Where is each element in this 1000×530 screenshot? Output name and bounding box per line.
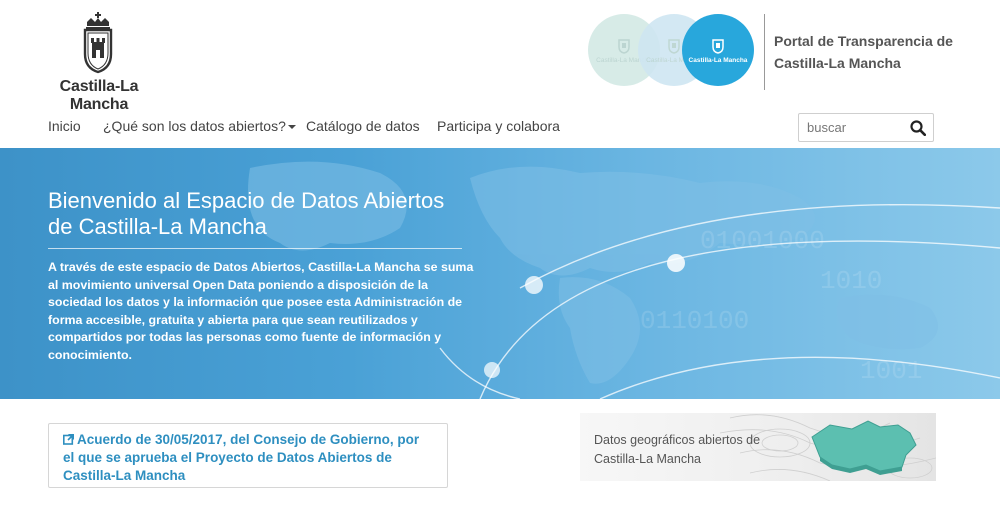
search-box (798, 113, 934, 142)
nav-item-inicio[interactable]: Inicio (48, 118, 81, 134)
coat-of-arms-icon (83, 12, 113, 74)
nav-item-participa[interactable]: Participa y colabora (437, 118, 560, 134)
seal-icon (668, 39, 680, 54)
hero-description: A través de este espacio de Datos Abiert… (48, 260, 474, 362)
external-link-icon (63, 433, 75, 445)
nav-item-que-son-datos-abiertos[interactable]: ¿Qué son los datos abiertos? (103, 118, 296, 134)
svg-text:01001000: 01001000 (700, 226, 825, 256)
seal-icon (712, 39, 724, 54)
svg-text:0110100: 0110100 (640, 306, 749, 336)
circle-badge: Castilla-La Mancha (682, 14, 754, 86)
agreement-link-card[interactable]: Acuerdo de 30/05/2017, del Consejo de Go… (48, 423, 448, 488)
site-logo[interactable]: Castilla-La Mancha (34, 12, 164, 113)
site-header: Castilla-La Mancha Castilla-La Mancha Ca… (0, 0, 1000, 113)
search-input[interactable] (807, 120, 903, 135)
portal-title-link[interactable]: Portal de Transparencia de Castilla-La M… (774, 30, 974, 74)
hero-banner: 01001000 1010 0110100 1001 Bienvenido al… (0, 148, 1000, 399)
hero-divider (48, 248, 462, 249)
search-icon[interactable] (910, 120, 926, 136)
nav-item-label: ¿Qué son los datos abiertos? (103, 118, 286, 134)
agreement-link[interactable]: Acuerdo de 30/05/2017, del Consejo de Go… (63, 431, 433, 485)
caret-down-icon (287, 125, 296, 130)
svg-text:1001: 1001 (860, 356, 922, 386)
seal-icon (618, 39, 630, 54)
geo-data-banner[interactable]: Datos geográficos abiertos de Castilla-L… (580, 413, 936, 481)
portal-circles[interactable]: Castilla-La Mancha Castilla-La Mancha Ca… (588, 14, 756, 88)
geo-data-text: Datos geográficos abiertos de Castilla-L… (594, 433, 761, 466)
svg-text:1010: 1010 (820, 266, 882, 296)
header-divider (764, 14, 765, 90)
hero-title: Bienvenido al Espacio de Datos Abiertos … (48, 188, 445, 239)
nav-item-catalogo[interactable]: Catálogo de datos (306, 118, 420, 134)
circle-label: Castilla-La Mancha (688, 57, 748, 64)
agreement-text: Acuerdo de 30/05/2017, del Consejo de Go… (63, 432, 420, 483)
